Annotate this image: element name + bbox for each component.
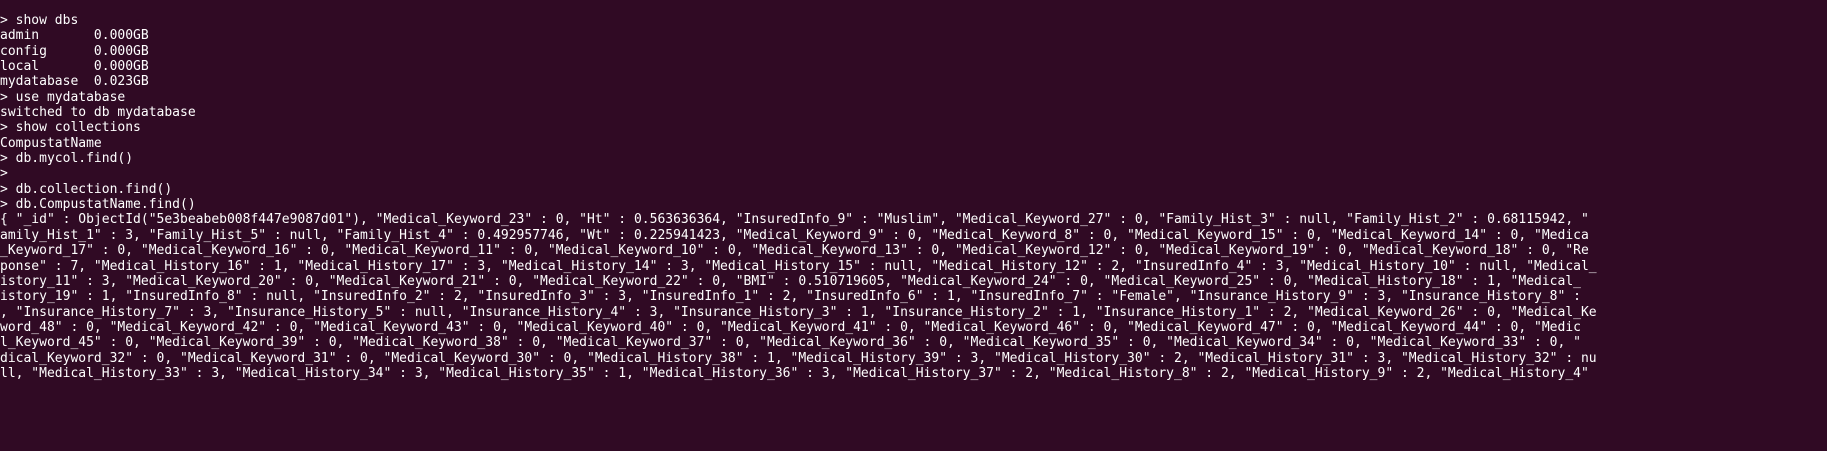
- document-output-line: word_48" : 0, "Medical_Keyword_42" : 0, …: [0, 319, 1581, 335]
- document-output-line: istory_11" : 3, "Medical_Keyword_20" : 0…: [0, 273, 1581, 289]
- document-output-line: l_Keyword_45" : 0, "Medical_Keyword_39" …: [0, 335, 1581, 351]
- output-line: local 0.000GB: [0, 59, 149, 75]
- document-output-line: ll, "Medical_History_33" : 3, "Medical_H…: [0, 365, 1589, 381]
- document-output-line: { "_id" : ObjectId("5e3beabeb008f447e908…: [0, 212, 1589, 228]
- document-output-line: amily_Hist_1" : 3, "Family_Hist_5" : nul…: [0, 227, 1589, 243]
- command-line: > use mydatabase: [0, 89, 126, 105]
- command-line: > db.collection.find(): [0, 181, 173, 197]
- command-line: > db.mycol.find(): [0, 151, 134, 167]
- command-line: > show collections: [0, 120, 141, 136]
- output-line: switched to db mydatabase: [0, 105, 196, 121]
- document-output-line: dical_Keyword_32" : 0, "Medical_Keyword_…: [0, 350, 1597, 366]
- output-line: admin 0.000GB: [0, 28, 149, 44]
- document-output-line: istory_19" : 1, "InsuredInfo_8" : null, …: [0, 289, 1581, 305]
- output-line: CompustatName: [0, 135, 102, 151]
- output-line: mydatabase 0.023GB: [0, 74, 149, 90]
- document-output-line: _Keyword_17" : 0, "Medical_Keyword_16" :…: [0, 243, 1589, 259]
- terminal-window[interactable]: > show dbs admin 0.000GB config 0.000GB …: [0, 0, 1827, 451]
- command-line: > show dbs: [0, 13, 79, 28]
- command-line: > db.CompustatName.find(): [0, 197, 196, 213]
- document-output-line: ponse" : 7, "Medical_History_16" : 1, "M…: [0, 258, 1597, 274]
- output-line: config 0.000GB: [0, 43, 149, 59]
- document-output-line: , "Insurance_History_7" : 3, "Insurance_…: [0, 304, 1597, 320]
- command-line: >: [0, 166, 8, 182]
